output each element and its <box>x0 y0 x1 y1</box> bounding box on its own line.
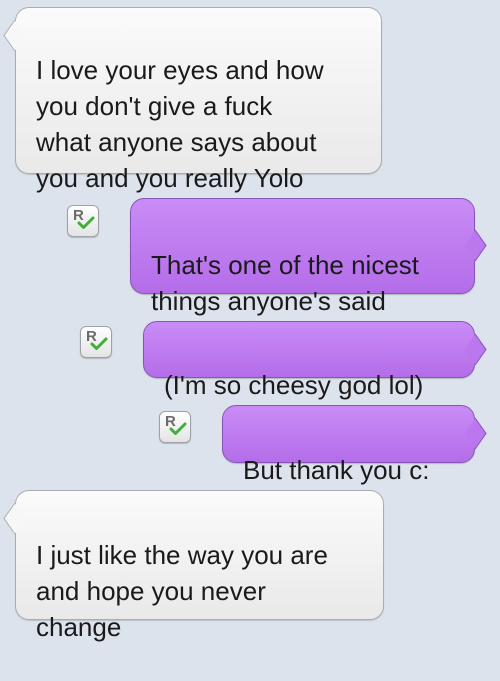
message-text: I love your eyes and how you don't give … <box>36 55 324 193</box>
checkmark-icon <box>169 422 187 435</box>
checkmark-icon <box>77 216 95 229</box>
read-receipt-icon: R <box>80 326 112 358</box>
sent-message[interactable]: (I'm so cheesy god lol) <box>143 321 475 400</box>
received-message[interactable]: I love your eyes and how you don't give … <box>15 7 382 193</box>
received-message[interactable]: I just like the way you are and hope you… <box>15 490 384 642</box>
read-receipt-icon: R <box>159 411 191 443</box>
checkmark-icon <box>90 337 108 350</box>
message-text: But thank you c: <box>243 455 430 485</box>
read-receipt-icon: R <box>67 205 99 237</box>
message-text: That's one of the nicest things anyone's… <box>151 250 420 316</box>
sent-message[interactable]: But thank you c: <box>222 405 475 485</box>
message-text: I just like the way you are and hope you… <box>36 540 328 642</box>
sent-message[interactable]: That's one of the nicest things anyone's… <box>130 198 475 316</box>
message-text: (I'm so cheesy god lol) <box>164 370 424 400</box>
